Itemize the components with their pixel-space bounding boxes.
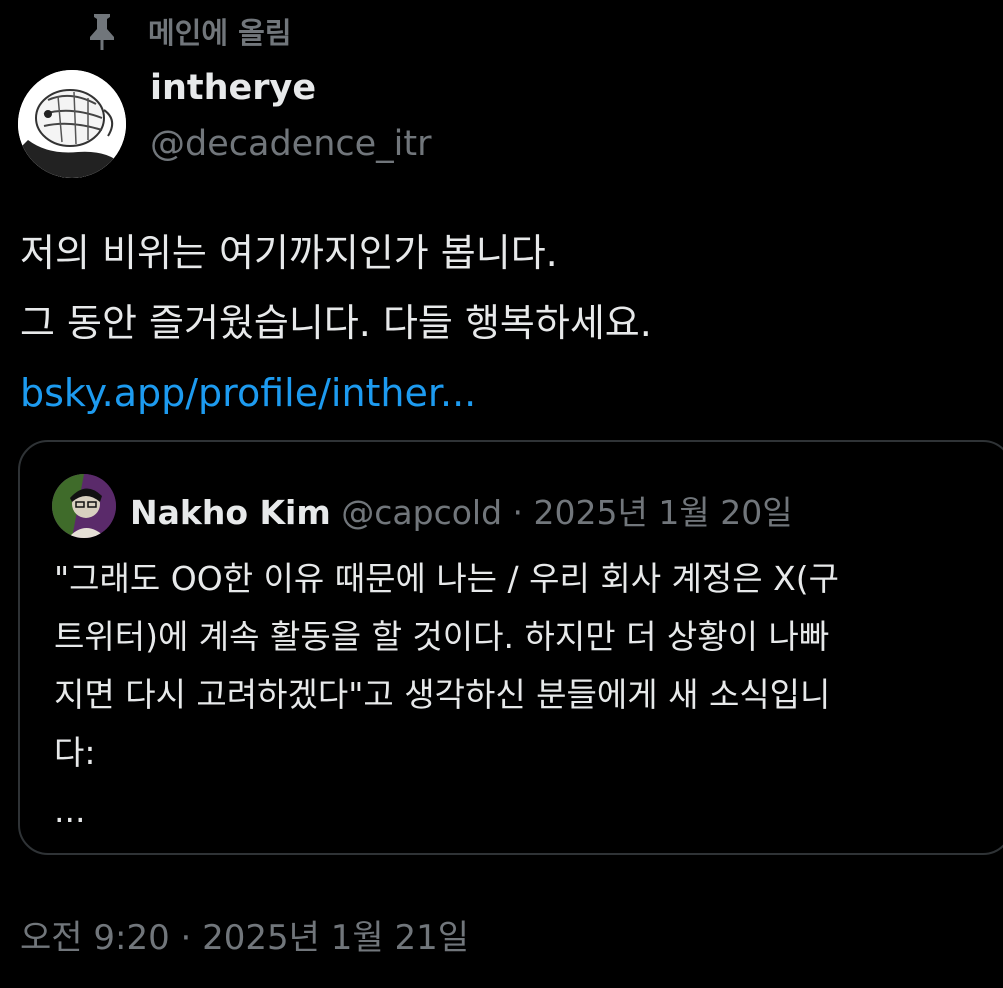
quote-author-name[interactable]: Nakho Kim [130, 493, 331, 532]
timestamp-time: 오전 9:20 [20, 918, 170, 958]
tweet-text-line: 저의 비위는 여기까지인가 봅니다. [20, 231, 558, 275]
author-handle[interactable]: @decadence_itr [150, 124, 432, 164]
pin-icon [86, 11, 118, 51]
timestamp-date: 2025년 1월 21일 [202, 918, 470, 958]
quote-text-line: 다: [54, 733, 96, 772]
quote-header: Nakho Kim @capcold · 2025년 1월 20일 [130, 486, 793, 534]
pinned-indicator: 메인에 올림 [86, 10, 292, 52]
tweet-body: 저의 비위는 여기까지인가 봅니다. 그 동안 즐거웠습니다. 다들 행복하세요… [20, 218, 980, 428]
quote-tweet-card[interactable]: Nakho Kim @capcold · 2025년 1월 20일 "그래도 O… [18, 440, 1003, 855]
quote-text-line: 트위터)에 계속 활동을 할 것이다. 하지만 더 상황이 나빠 [54, 617, 830, 656]
quote-author-handle[interactable]: @capcold [341, 493, 502, 532]
quote-text-line: 지면 다시 고려하겠다"고 생각하신 분들에게 새 소식입니 [54, 675, 831, 714]
timestamp-separator: · [180, 918, 192, 958]
tweet-timestamp[interactable]: 오전 9:20 · 2025년 1월 21일 [20, 910, 469, 959]
tweet-text-line: 그 동안 즐거웠습니다. 다들 행복하세요. [20, 301, 652, 345]
tweet-link[interactable]: bsky.app/profile/inther... [20, 358, 980, 428]
quote-text-line: ... [54, 791, 86, 830]
quote-avatar[interactable] [52, 474, 116, 538]
quote-body: "그래도 OO한 이유 때문에 나는 / 우리 회사 계정은 X(구 트위터)에… [54, 550, 994, 840]
quote-text-line: "그래도 OO한 이유 때문에 나는 / 우리 회사 계정은 X(구 [54, 559, 839, 598]
avatar[interactable] [18, 70, 126, 178]
author-name[interactable]: intherye [150, 68, 316, 108]
quote-date[interactable]: 2025년 1월 20일 [534, 493, 793, 532]
quote-separator: · [512, 493, 524, 532]
pinned-label: 메인에 올림 [148, 16, 292, 50]
